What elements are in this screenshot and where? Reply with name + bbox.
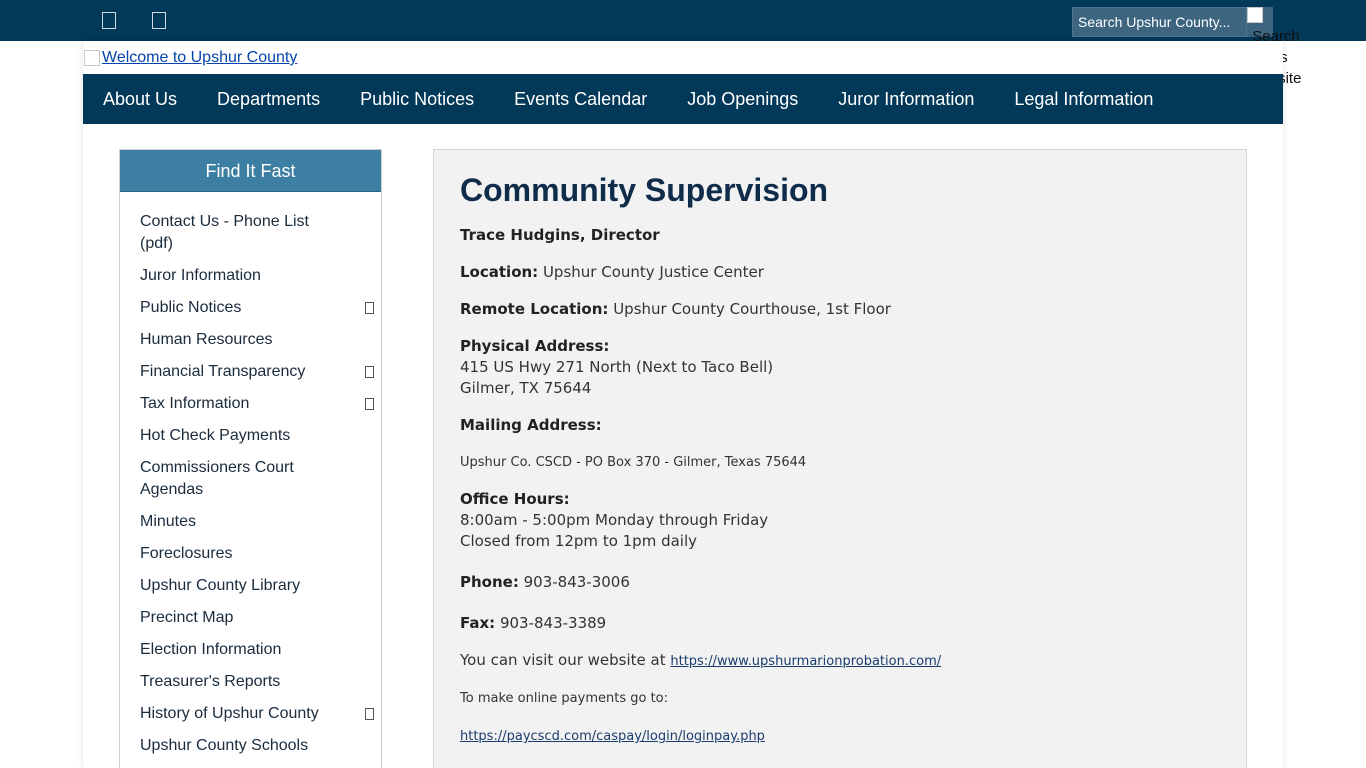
sidebar-item-label: Juror Information <box>140 267 261 284</box>
sidebar-item-label: History of Upshur County <box>140 705 319 722</box>
sidebar-item[interactable]: Hot Check Payments <box>120 420 381 452</box>
sidebar-item-label: Commissioners Court Agendas <box>140 459 294 498</box>
find-it-fast-sidebar: Find It Fast Contact Us - Phone List (pd… <box>119 149 382 768</box>
nav-public-notices[interactable]: Public Notices <box>360 89 474 110</box>
search-input[interactable]: Search Upshur County... <box>1072 7 1247 37</box>
sidebar-item-label: Human Resources <box>140 331 273 348</box>
twitter-icon[interactable] <box>152 12 166 29</box>
sidebar-item[interactable]: Upshur County Appraisal <box>120 762 381 768</box>
sidebar-item-label: Contact Us - Phone List (pdf) <box>140 213 309 252</box>
nav-events-calendar[interactable]: Events Calendar <box>514 89 647 110</box>
site-logo-link[interactable]: Welcome to Upshur County <box>84 48 297 68</box>
expand-icon[interactable] <box>365 302 374 314</box>
sidebar-item[interactable]: Financial Transparency <box>120 356 381 388</box>
physical-address-line1: 415 US Hwy 271 North (Next to Taco Bell) <box>460 358 774 376</box>
payments-link[interactable]: https://paycscd.com/caspay/login/loginpa… <box>460 729 765 744</box>
website-link[interactable]: https://www.upshurmarionprobation.com/ <box>670 654 941 669</box>
sidebar-item-label: Election Information <box>140 641 282 658</box>
sidebar-item-label: Precinct Map <box>140 609 234 626</box>
sidebar-title: Find It Fast <box>120 150 381 192</box>
phone-value: 903-843-3006 <box>523 573 630 591</box>
sidebar-item[interactable]: Commissioners Court Agendas <box>120 452 381 506</box>
remote-location-value: Upshur County Courthouse, 1st Floor <box>613 300 891 318</box>
fax-value: 903-843-3389 <box>499 614 607 632</box>
sidebar-item[interactable]: Public Notices <box>120 292 381 324</box>
main-nav: About Us Departments Public Notices Even… <box>83 74 1283 124</box>
sidebar-item-label: Tax Information <box>140 395 250 412</box>
website-text: You can visit our website at <box>460 651 666 669</box>
director-name: Trace Hudgins, Director <box>460 226 660 244</box>
sidebar-item-label: Upshur County Library <box>140 577 301 594</box>
expand-icon[interactable] <box>365 708 374 720</box>
nav-juror-information[interactable]: Juror Information <box>838 89 974 110</box>
office-hours-line2: Closed from 12pm to 1pm daily <box>460 532 698 550</box>
payments-text: To make online payments go to: <box>460 691 669 706</box>
sidebar-item[interactable]: Minutes <box>120 506 381 538</box>
location-value: Upshur County Justice Center <box>542 263 764 281</box>
broken-image-icon <box>1247 7 1263 23</box>
sidebar-item-label: Financial Transparency <box>140 363 306 380</box>
broken-image-icon <box>84 50 100 66</box>
expand-icon[interactable] <box>365 366 374 378</box>
office-hours-line1: 8:00am - 5:00pm Monday through Friday <box>460 511 769 529</box>
sidebar-item-label: Treasurer's Reports <box>140 673 281 690</box>
sidebar-list: Contact Us - Phone List (pdf) Juror Infor… <box>120 192 381 768</box>
mailing-address-label: Mailing Address: <box>460 416 602 434</box>
sidebar-item[interactable]: Upshur County Schools <box>120 730 381 762</box>
page-title: Community Supervision <box>460 172 829 208</box>
sidebar-item[interactable]: Tax Information <box>120 388 381 420</box>
sidebar-item[interactable]: Upshur County Library <box>120 570 381 602</box>
facebook-icon[interactable] <box>102 12 116 29</box>
sidebar-item[interactable]: Human Resources <box>120 324 381 356</box>
fax-label: Fax: <box>460 614 496 632</box>
sidebar-item[interactable]: Precinct Map <box>120 602 381 634</box>
sidebar-item[interactable]: Juror Information <box>120 260 381 292</box>
mailing-address-value: Upshur Co. CSCD - PO Box 370 - Gilmer, T… <box>460 455 807 470</box>
top-bar: Search Upshur County... Search this webs… <box>0 0 1366 87</box>
location-label: Location: <box>460 263 539 281</box>
office-hours-label: Office Hours: <box>460 490 570 508</box>
sidebar-item[interactable]: Election Information <box>120 634 381 666</box>
sidebar-item-label: Hot Check Payments <box>140 427 291 444</box>
nav-legal-information[interactable]: Legal Information <box>1014 89 1153 110</box>
sidebar-item-label: Minutes <box>140 513 197 530</box>
sidebar-item[interactable]: Treasurer's Reports <box>120 666 381 698</box>
expand-icon[interactable] <box>365 398 374 410</box>
sidebar-item[interactable]: Contact Us - Phone List (pdf) <box>120 206 381 260</box>
physical-address-line2: Gilmer, TX 75644 <box>460 379 592 397</box>
main-content: Community Supervision Trace Hudgins, Dir… <box>433 149 1247 768</box>
nav-departments[interactable]: Departments <box>217 89 320 110</box>
sidebar-item-label: Public Notices <box>140 299 242 316</box>
sidebar-item-label: Foreclosures <box>140 545 233 562</box>
sidebar-item[interactable]: Foreclosures <box>120 538 381 570</box>
nav-about-us[interactable]: About Us <box>103 89 177 110</box>
physical-address-label: Physical Address: <box>460 337 610 355</box>
logo-alt-text: Welcome to Upshur County <box>102 49 298 66</box>
nav-job-openings[interactable]: Job Openings <box>687 89 798 110</box>
remote-location-label: Remote Location: <box>460 300 609 318</box>
phone-label: Phone: <box>460 573 519 591</box>
sidebar-item-label: Upshur County Schools <box>140 737 309 754</box>
sidebar-item[interactable]: History of Upshur County <box>120 698 381 730</box>
